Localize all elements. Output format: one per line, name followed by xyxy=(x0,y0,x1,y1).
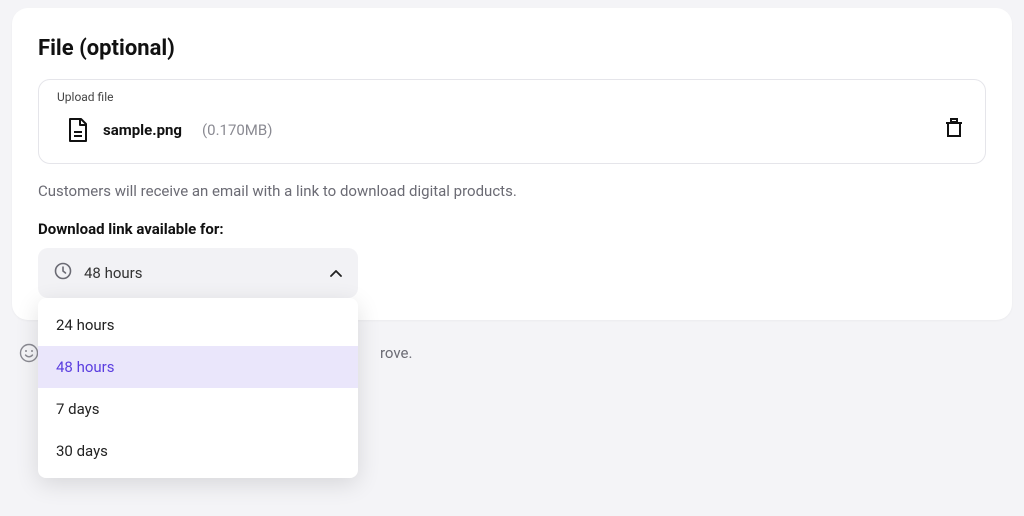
uploaded-file-row: sample.png (0.170MB) xyxy=(57,114,967,145)
trash-icon xyxy=(945,126,963,141)
smiley-icon xyxy=(18,342,40,364)
duration-option-24-hours[interactable]: 24 hours xyxy=(38,304,358,346)
duration-label: Download link available for: xyxy=(38,220,986,238)
duration-option-7-days[interactable]: 7 days xyxy=(38,388,358,430)
clock-icon xyxy=(54,262,72,284)
duration-select: 48 hours 24 hours 48 hours 7 days 30 day… xyxy=(38,248,358,298)
duration-option-48-hours[interactable]: 48 hours xyxy=(38,346,358,388)
file-section-card: File (optional) Upload file sample.png (… xyxy=(12,8,1012,320)
chevron-up-icon xyxy=(330,264,342,282)
footer-text-fragment: rove. xyxy=(380,344,412,362)
delete-file-button[interactable] xyxy=(941,114,967,145)
file-name: sample.png xyxy=(103,121,182,139)
section-title: File (optional) xyxy=(38,36,986,61)
file-size: (0.170MB) xyxy=(202,121,272,139)
file-icon xyxy=(67,117,89,143)
help-text: Customers will receive an email with a l… xyxy=(38,182,986,200)
duration-dropdown: 24 hours 48 hours 7 days 30 days xyxy=(38,298,358,478)
upload-file-box: Upload file sample.png (0.170MB) xyxy=(38,79,986,164)
duration-select-trigger[interactable]: 48 hours xyxy=(38,248,358,298)
duration-option-30-days[interactable]: 30 days xyxy=(38,430,358,472)
duration-selected-value: 48 hours xyxy=(84,264,143,282)
upload-file-label: Upload file xyxy=(57,90,967,104)
